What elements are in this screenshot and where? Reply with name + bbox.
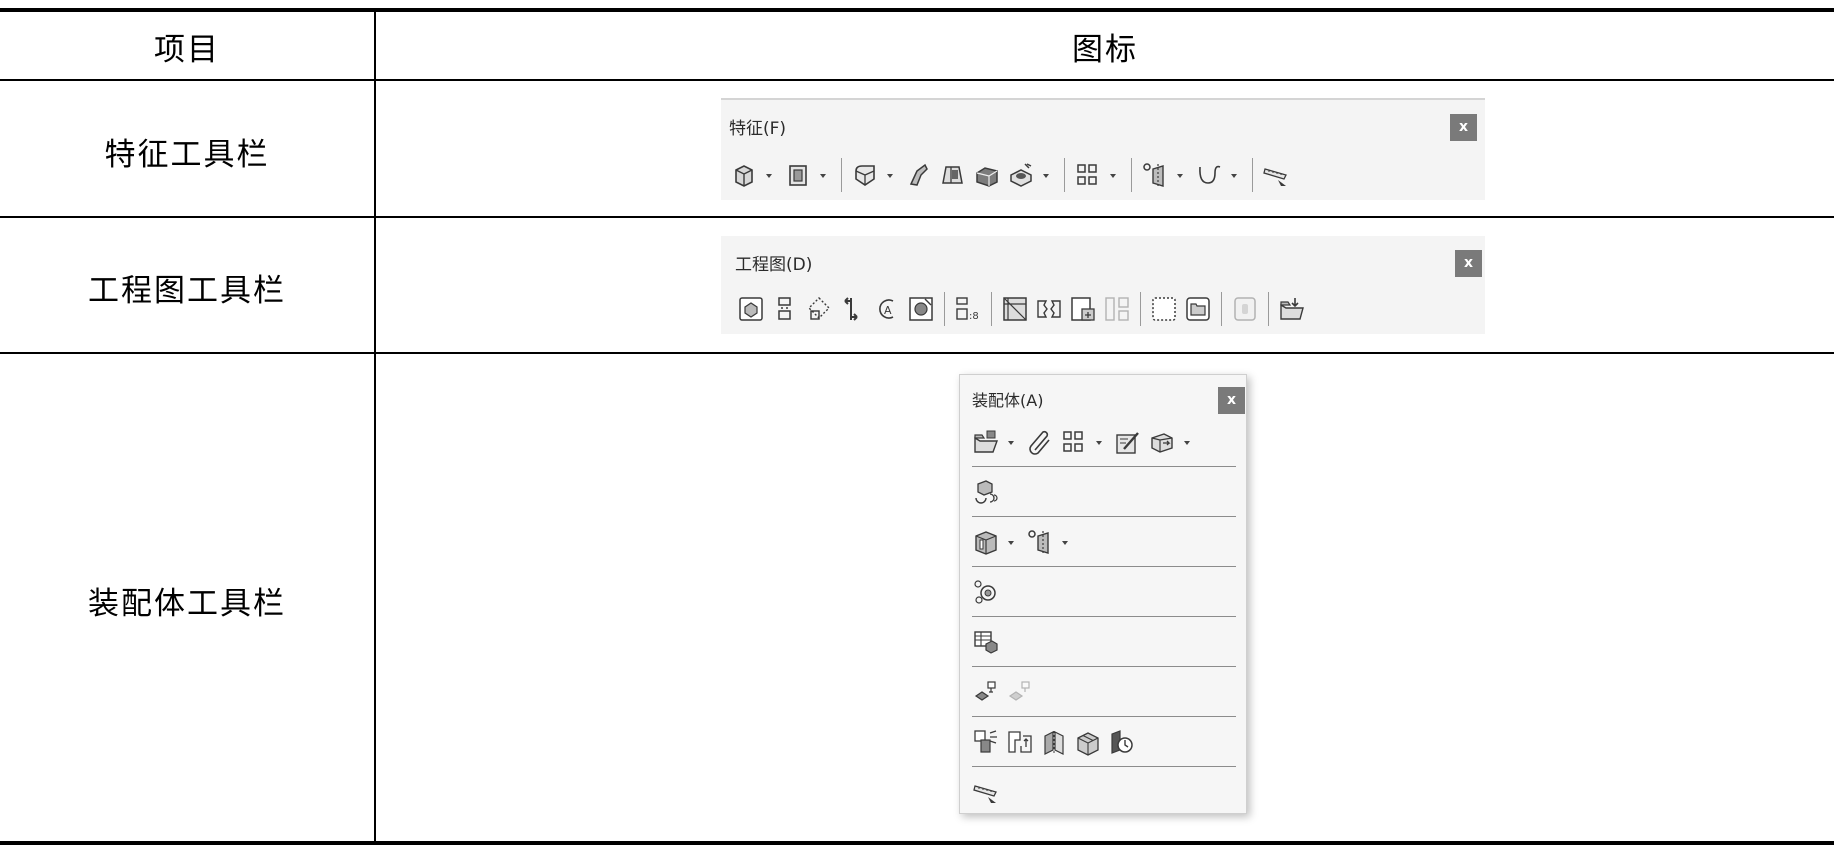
features-toolbar: 特征(F) x [721, 98, 1485, 200]
toolbar-separator [991, 292, 992, 326]
reference-geometry-icon[interactable] [1026, 528, 1054, 556]
interference-detection-icon[interactable] [972, 728, 1000, 756]
fillet-icon[interactable] [851, 161, 879, 189]
svg-text::8: :8 [969, 311, 979, 322]
linear-pattern-icon[interactable] [1074, 161, 1102, 189]
linear-component-pattern-icon[interactable] [1060, 428, 1088, 456]
assembly-row-3 [972, 517, 1234, 566]
toolbar-separator [1268, 292, 1269, 326]
bill-of-materials-icon[interactable] [972, 628, 1000, 656]
drawing-close-button[interactable]: x [1455, 250, 1482, 277]
layer-icon[interactable] [1184, 295, 1212, 323]
crop-view-icon[interactable] [1001, 295, 1029, 323]
row-label-features: 特征工具栏 [104, 137, 270, 173]
header-icon: 图标 [1072, 32, 1138, 68]
new-motion-study-icon[interactable] [972, 578, 1000, 606]
empty-view-icon[interactable] [1103, 295, 1131, 323]
hole-wizard-icon[interactable] [1007, 161, 1035, 189]
toolbar-separator [1064, 158, 1065, 192]
toolbar-separator [944, 292, 945, 326]
toolbar-separator [1131, 158, 1132, 192]
features-toolbar-title: 特征(F) [729, 119, 787, 139]
shell-icon[interactable] [973, 161, 1001, 189]
assembly-row-1 [972, 417, 1234, 466]
chevron-down-icon[interactable] [1006, 428, 1016, 456]
svg-text:A: A [884, 304, 892, 317]
assembly-row-4 [972, 567, 1234, 616]
table-top-rule [0, 8, 1834, 12]
toolbar-separator [1252, 158, 1253, 192]
open-folder-icon[interactable] [1278, 295, 1306, 323]
chevron-down-icon[interactable] [1094, 428, 1104, 456]
chevron-down-icon[interactable] [1182, 428, 1192, 456]
instant3d-icon[interactable] [972, 778, 1000, 806]
insert-components-icon[interactable] [972, 428, 1000, 456]
features-icon-row [730, 158, 1296, 192]
reference-geometry-icon[interactable] [1141, 161, 1169, 189]
assembly-row-2 [972, 467, 1234, 516]
clearance-verification-icon[interactable] [1006, 728, 1034, 756]
chevron-down-icon[interactable] [1006, 528, 1016, 556]
chevron-down-icon[interactable] [1175, 161, 1185, 189]
features-close-button[interactable]: x [1450, 114, 1477, 141]
move-component-icon[interactable] [1148, 428, 1176, 456]
alternate-position-view-icon[interactable]: :8 [954, 295, 982, 323]
chevron-down-icon[interactable] [885, 161, 895, 189]
row-label-drawing: 工程图工具栏 [88, 273, 286, 309]
large-assembly-mode-icon[interactable] [1074, 728, 1102, 756]
detail-view-icon[interactable]: A [873, 295, 901, 323]
chevron-down-icon[interactable] [1060, 528, 1070, 556]
assembly-row-6 [972, 667, 1234, 716]
drawing-toolbar: 工程图(D) x A :8 [721, 236, 1485, 334]
mate-icon[interactable] [1026, 428, 1054, 456]
assembly-row-8 [972, 767, 1234, 816]
row-label-assembly: 装配体工具栏 [88, 586, 286, 622]
chevron-down-icon[interactable] [764, 161, 774, 189]
header-bottom-rule [0, 79, 1834, 81]
chevron-down-icon[interactable] [818, 161, 828, 189]
smart-fasteners-icon[interactable] [1114, 428, 1142, 456]
table-bottom-rule [0, 841, 1834, 845]
curves-icon[interactable] [1195, 161, 1223, 189]
assembly-close-button[interactable]: x [1218, 387, 1245, 414]
performance-evaluation-icon[interactable] [1108, 728, 1136, 756]
chevron-down-icon[interactable] [1229, 161, 1239, 189]
assembly-row-7 [972, 717, 1234, 766]
update-view-icon[interactable] [1231, 295, 1259, 323]
hole-alignment-icon[interactable] [1040, 728, 1068, 756]
show-hidden-components-icon[interactable] [972, 478, 1000, 506]
sheet-icon[interactable] [1150, 295, 1178, 323]
explode-line-sketch-icon[interactable] [1006, 678, 1034, 706]
row1-bottom-rule [0, 216, 1834, 218]
extruded-cut-icon[interactable] [784, 161, 812, 189]
assembly-toolbar-title: 装配体(A) [972, 391, 1044, 410]
toolbar-separator [841, 158, 842, 192]
auxiliary-view-icon[interactable] [805, 295, 833, 323]
assembly-features-icon[interactable] [972, 528, 1000, 556]
draft-icon[interactable] [939, 161, 967, 189]
assembly-toolbar: 装配体(A) x [959, 374, 1247, 814]
chevron-down-icon[interactable] [1041, 161, 1051, 189]
header-item: 项目 [154, 32, 220, 68]
assembly-row-5 [972, 617, 1234, 666]
broken-out-section-icon[interactable] [907, 295, 935, 323]
toolbar-separator [1140, 292, 1141, 326]
extruded-boss-icon[interactable] [730, 161, 758, 189]
column-divider [374, 10, 376, 843]
section-view-icon[interactable] [839, 295, 867, 323]
model-view-icon[interactable] [737, 295, 765, 323]
drawing-toolbar-title: 工程图(D) [735, 255, 813, 275]
drawing-icon-row: A :8 [737, 292, 1312, 326]
row2-bottom-rule [0, 352, 1834, 354]
break-view-icon[interactable] [1035, 295, 1063, 323]
align-view-icon[interactable] [1069, 295, 1097, 323]
rib-icon[interactable] [905, 161, 933, 189]
projected-view-icon[interactable] [771, 295, 799, 323]
chevron-down-icon[interactable] [1108, 161, 1118, 189]
instant3d-icon[interactable] [1262, 161, 1290, 189]
exploded-view-icon[interactable] [972, 678, 1000, 706]
toolbar-separator [1221, 292, 1222, 326]
